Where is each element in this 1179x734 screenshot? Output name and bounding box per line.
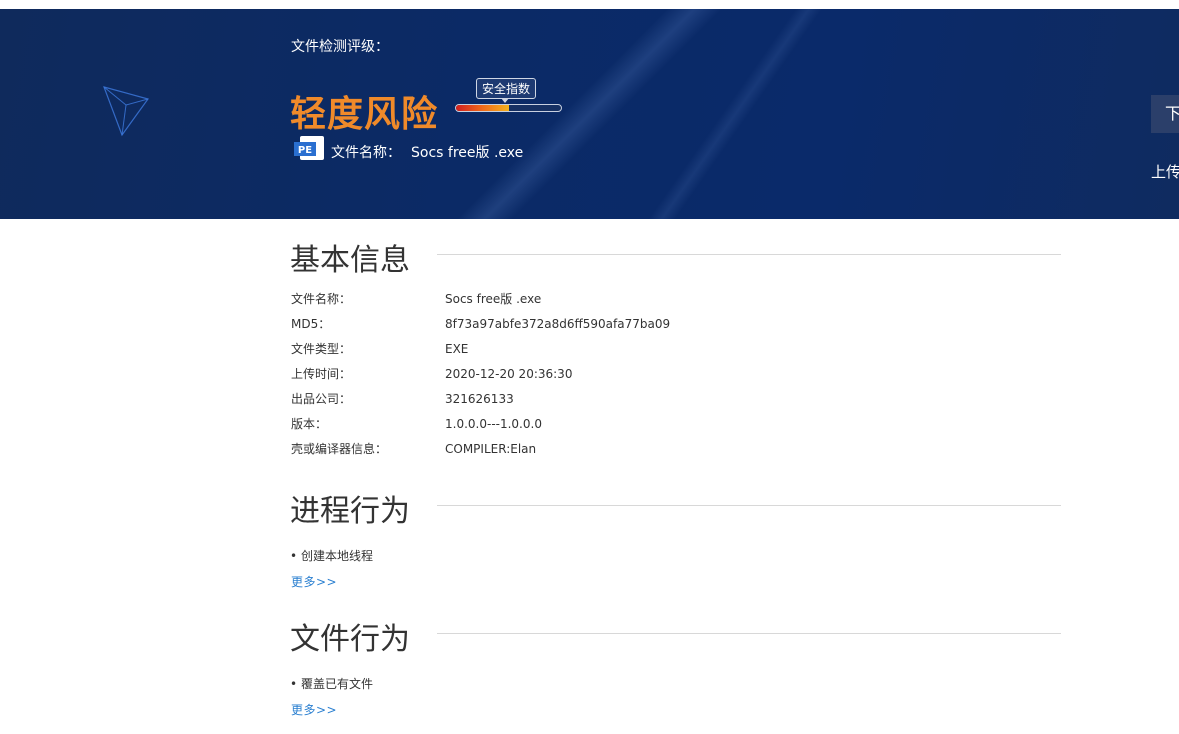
section-divider xyxy=(437,633,1061,634)
info-label: 壳或编译器信息： xyxy=(291,442,388,456)
basic-info-title: 基本信息 xyxy=(290,243,410,278)
process-more-link[interactable]: 更多>> xyxy=(291,573,337,590)
info-row-compiler: 壳或编译器信息： COMPILER:Elan xyxy=(291,440,536,457)
upload-link[interactable]: 上传 xyxy=(1151,161,1179,182)
report-header-banner: 文件检测评级： 轻度风险 安全指数 PE 文件名称： Socs free版 .ex… xyxy=(0,9,1179,219)
section-divider xyxy=(437,254,1061,255)
file-more-link[interactable]: 更多>> xyxy=(291,701,337,718)
file-behavior-title: 文件行为 xyxy=(290,622,410,657)
info-label: 文件名称： xyxy=(291,292,352,306)
pe-file-icon: PE xyxy=(294,136,324,160)
info-row-file-name: 文件名称： Socs free版 .exe xyxy=(291,290,541,307)
section-divider xyxy=(437,505,1061,506)
info-row-file-type: 文件类型： EXE xyxy=(291,340,468,357)
info-label: 上传时间： xyxy=(291,367,352,381)
info-row-upload-time: 上传时间： 2020-12-20 20:36:30 xyxy=(291,365,572,382)
pe-badge-text: PE xyxy=(298,145,312,156)
info-label: 文件类型： xyxy=(291,342,352,356)
file-name-row: 文件名称： Socs free版 .exe xyxy=(331,142,523,162)
process-behavior-title: 进程行为 xyxy=(290,494,410,529)
info-row-md5: MD5： 8f73a97abfe372a8d6ff590afa77ba09 xyxy=(291,315,670,332)
safety-index-meter-fill xyxy=(456,105,509,111)
info-value: 321626133 xyxy=(445,392,514,406)
safety-index-meter xyxy=(455,104,562,112)
risk-level-title: 轻度风险 xyxy=(290,94,439,135)
info-value: 1.0.0.0---1.0.0.0 xyxy=(445,417,542,431)
download-button[interactable]: 下 xyxy=(1151,95,1179,133)
info-label: 出品公司： xyxy=(291,392,352,406)
info-label: MD5： xyxy=(291,317,331,331)
info-label: 版本： xyxy=(291,417,328,431)
info-value: Socs free版 .exe xyxy=(445,292,542,306)
info-row-company: 出品公司： 321626133 xyxy=(291,390,514,407)
info-row-version: 版本： 1.0.0.0---1.0.0.0 xyxy=(291,415,542,432)
file-name-label: 文件名称： xyxy=(331,145,401,161)
safety-index-tag: 安全指数 xyxy=(476,78,537,103)
rating-label: 文件检测评级： xyxy=(291,39,389,55)
info-value: EXE xyxy=(445,342,469,356)
info-value: 8f73a97abfe372a8d6ff590afa77ba09 xyxy=(445,317,671,331)
list-item: 创建本地线程 xyxy=(286,547,373,564)
triangle-logo-icon xyxy=(103,86,149,137)
info-value: 2020-12-20 20:36:30 xyxy=(445,367,573,381)
file-name-value: Socs free版 .exe xyxy=(411,145,524,161)
list-item: 覆盖已有文件 xyxy=(286,675,373,692)
info-value: COMPILER:Elan xyxy=(445,442,537,456)
